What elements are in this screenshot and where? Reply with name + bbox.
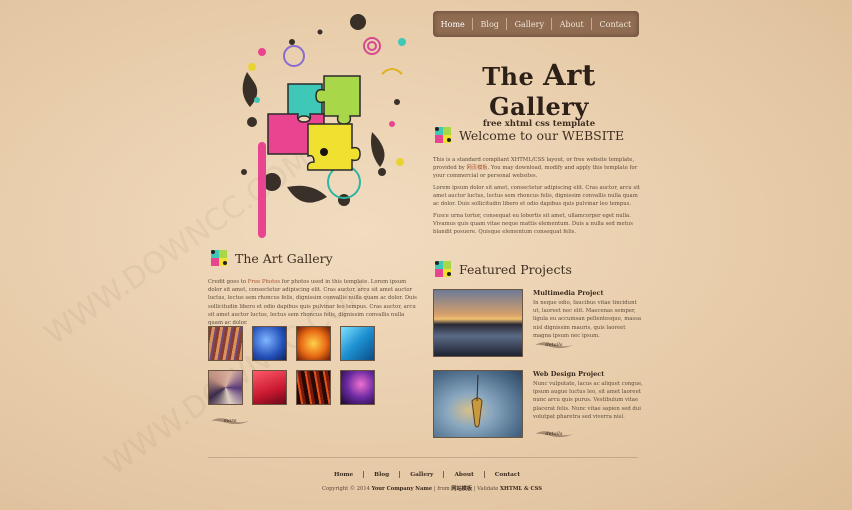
copyright: Copyright © 2014 Your Company Name | fro…: [322, 486, 542, 492]
footer-divider: [363, 471, 365, 478]
validate-link[interactable]: XHTML & CSS: [500, 486, 542, 492]
gallery-thumbnail[interactable]: [208, 370, 243, 405]
project-description: Nunc vulputate, lacus ac aliquet congue,…: [533, 381, 643, 420]
footer-link-contact[interactable]: Contact: [495, 472, 520, 478]
company-link[interactable]: Your Company Name: [372, 486, 433, 492]
from-link[interactable]: 网站模板: [451, 486, 472, 492]
welcome-intro: This is a standard compliant XHTML/CSS l…: [433, 157, 638, 180]
gallery-paragraph: Credit goes to Free Photos for photos us…: [208, 279, 417, 327]
template-link[interactable]: 网页模板: [466, 165, 487, 171]
footer-link-home[interactable]: Home: [334, 472, 353, 478]
welcome-paragraph: Fusce urna tortor, consequat eu lobortis…: [433, 213, 633, 236]
nav-divider: [506, 18, 508, 30]
footer-link-gallery[interactable]: Gallery: [410, 472, 433, 478]
details-button[interactable]: details: [533, 339, 575, 351]
gallery-thumbnails: [208, 326, 375, 405]
gallery-thumbnail[interactable]: [252, 326, 287, 361]
nav-home[interactable]: Home: [441, 20, 465, 29]
boat-icon: [471, 374, 483, 428]
nav-divider: [551, 18, 553, 30]
credit-link[interactable]: Free Photos: [248, 279, 280, 285]
footer-nav: Home Blog Gallery About Contact: [334, 471, 520, 478]
puzzle-icon: [211, 250, 227, 266]
gallery-thumbnail[interactable]: [340, 370, 375, 405]
featured-header: Featured Projects: [433, 259, 572, 279]
welcome-paragraph: Lorem ipsum dolor sit amet, consectetur …: [433, 185, 640, 208]
nav-about[interactable]: About: [560, 20, 584, 29]
puzzle-icon: [435, 261, 451, 277]
nav-divider: [472, 18, 474, 30]
page: WWW.DOWNCC.COM WWW.DOWNCC.COM Home Blog …: [0, 0, 852, 510]
gallery-thumbnail[interactable]: [296, 370, 331, 405]
footer-divider: [399, 471, 401, 478]
project-description: In neque odio, faucibus vitae tincidunt …: [533, 300, 641, 339]
main-nav: Home Blog Gallery About Contact: [433, 11, 639, 37]
project-thumbnail[interactable]: [433, 370, 523, 438]
more-button[interactable]: more: [209, 415, 251, 427]
nav-blog[interactable]: Blog: [481, 20, 499, 29]
footer-divider: [208, 457, 638, 458]
gallery-thumbnail[interactable]: [340, 326, 375, 361]
footer-link-about[interactable]: About: [454, 472, 473, 478]
welcome-header: Welcome to our WEBSITE: [433, 125, 624, 145]
puzzle-splash-art: [241, 14, 406, 238]
footer-divider: [483, 471, 485, 478]
nav-contact[interactable]: Contact: [600, 20, 632, 29]
footer-link-blog[interactable]: Blog: [374, 472, 389, 478]
section-title: The Art Gallery: [235, 250, 333, 266]
gallery-thumbnail[interactable]: [296, 326, 331, 361]
puzzle-icon: [435, 127, 451, 143]
details-button[interactable]: details: [533, 428, 575, 440]
footer-divider: [443, 471, 445, 478]
project-title[interactable]: Web Design Project: [533, 370, 604, 378]
nav-divider: [591, 18, 593, 30]
site-logo[interactable]: The Art Gallery free xhtml css template: [441, 58, 637, 129]
project-title[interactable]: Multimedia Project: [533, 289, 603, 297]
gallery-header: The Art Gallery: [209, 248, 333, 268]
nav-gallery[interactable]: Gallery: [515, 20, 544, 29]
project-thumbnail[interactable]: [433, 289, 523, 357]
section-title: Featured Projects: [459, 261, 572, 277]
section-title: Welcome to our WEBSITE: [459, 127, 625, 143]
site-title: The Art Gallery: [482, 58, 596, 121]
gallery-thumbnail[interactable]: [252, 370, 287, 405]
gallery-thumbnail[interactable]: [208, 326, 243, 361]
